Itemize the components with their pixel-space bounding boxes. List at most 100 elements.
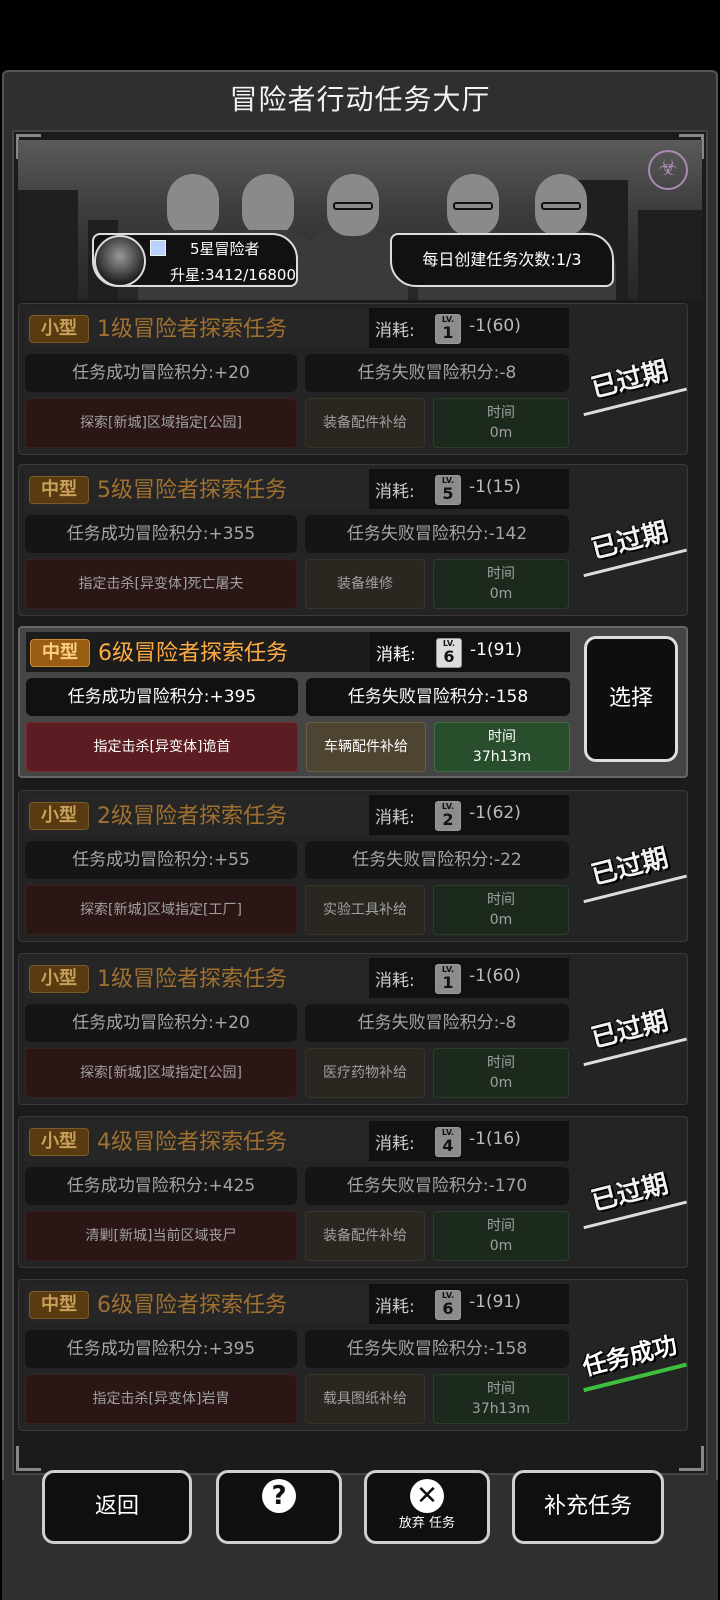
mission-card[interactable]: 小型 2级冒险者探索任务 消耗: LV. 2 -1(62) 任务成功冒险积分:+5…: [18, 790, 688, 942]
mission-supply: 装备维修: [305, 559, 425, 609]
player-star-progress: 升星:3412/16800: [170, 266, 296, 284]
mission-target: 清剿[新城]当前区域丧尸: [25, 1211, 297, 1261]
refill-task-button[interactable]: 补充任务: [512, 1470, 664, 1544]
cost-label: 消耗:: [376, 645, 416, 665]
mission-title: 6级冒险者探索任务: [98, 641, 288, 666]
cost-label: 消耗:: [375, 1297, 415, 1317]
x-circle-icon: ✕: [410, 1479, 444, 1513]
mission-time: 时间 37h13m: [433, 1374, 569, 1424]
cost-label: 消耗:: [375, 1134, 415, 1154]
mission-time: 时间 37h13m: [434, 722, 570, 772]
building-silhouette: [638, 210, 702, 300]
mission-size-tag: 小型: [29, 802, 89, 830]
mission-time: 时间 0m: [433, 1211, 569, 1261]
mission-time: 时间 0m: [433, 885, 569, 935]
cost-label: 消耗:: [375, 808, 415, 828]
expired-stamp: 已过期: [573, 505, 688, 579]
level-card-icon: LV. 1: [435, 964, 461, 994]
mission-card-selected[interactable]: 中型 6级冒险者探索任务 消耗: LV. 6 -1(91) 任务成功冒险积分:+3…: [18, 626, 688, 778]
fail-penalty: 任务失败冒险积分:-22: [305, 841, 569, 879]
mission-time: 时间 0m: [433, 1048, 569, 1098]
cost-label: 消耗:: [375, 971, 415, 991]
success-reward: 任务成功冒险积分:+425: [25, 1167, 297, 1205]
daily-create-count: 每日创建任务次数:1/3: [390, 233, 614, 287]
mission-size-tag: 小型: [29, 965, 89, 993]
mission-size-tag: 小型: [29, 1128, 89, 1156]
frame-corner: [679, 1446, 704, 1471]
cost-value: -1(60): [469, 966, 521, 986]
fail-penalty: 任务失败冒险积分:-142: [305, 515, 569, 553]
mission-target: 指定击杀[异变体]诡首: [26, 722, 298, 772]
abandon-task-label: 放弃 任务: [398, 1516, 456, 1531]
fail-penalty: 任务失败冒险积分:-158: [306, 678, 570, 716]
mission-supply: 车辆配件补给: [306, 722, 426, 772]
mission-target: 指定击杀[异变体]岩胄: [25, 1374, 297, 1424]
fail-penalty: 任务失败冒险积分:-158: [305, 1330, 569, 1368]
mission-size-tag: 中型: [29, 476, 89, 504]
abandon-task-button[interactable]: ✕ 放弃 任务: [364, 1470, 490, 1544]
mission-card[interactable]: 小型 1级冒险者探索任务 消耗: LV. 1 -1(60) 任务成功冒险积分:+2…: [18, 303, 688, 455]
mission-title: 6级冒险者探索任务: [97, 1293, 287, 1318]
mission-card[interactable]: 中型 5级冒险者探索任务 消耗: LV. 5 -1(15) 任务成功冒险积分:+3…: [18, 464, 688, 616]
cost-value: -1(91): [469, 1292, 521, 1312]
back-button[interactable]: 返回: [42, 1470, 192, 1544]
mission-size-tag: 小型: [29, 315, 89, 343]
mission-size-tag: 中型: [29, 1291, 89, 1319]
mission-time: 时间 0m: [433, 398, 569, 448]
expired-stamp: 已过期: [573, 344, 688, 418]
question-map-icon: ?: [262, 1479, 296, 1513]
player-rank: 5星冒险者: [190, 240, 260, 258]
mission-supply: 医疗药物补给: [305, 1048, 425, 1098]
mission-target: 指定击杀[异变体]死亡屠夫: [25, 559, 297, 609]
mission-success-stamp: 任务成功: [573, 1320, 688, 1394]
mission-card[interactable]: 中型 6级冒险者探索任务 消耗: LV. 6 -1(91) 任务成功冒险积分:+3…: [18, 1279, 688, 1431]
fail-penalty: 任务失败冒险积分:-8: [305, 1004, 569, 1042]
success-reward: 任务成功冒险积分:+20: [25, 1004, 297, 1042]
select-button[interactable]: 选择: [584, 636, 678, 762]
mission-target: 探索[新城]区域指定[公园]: [25, 398, 297, 448]
level-card-icon: LV. 5: [435, 475, 461, 505]
level-card-icon: LV. 1: [435, 314, 461, 344]
expired-stamp: 已过期: [573, 1157, 688, 1231]
mission-title: 1级冒险者探索任务: [97, 317, 287, 342]
cost-label: 消耗:: [375, 482, 415, 502]
cost-value: -1(91): [470, 640, 522, 660]
avatar[interactable]: [94, 235, 146, 287]
success-reward: 任务成功冒险积分:+55: [25, 841, 297, 879]
cost-value: -1(62): [469, 803, 521, 823]
mission-card[interactable]: 小型 4级冒险者探索任务 消耗: LV. 4 -1(16) 任务成功冒险积分:+4…: [18, 1116, 688, 1268]
mission-supply: 装备配件补给: [305, 1211, 425, 1261]
cost-value: -1(16): [469, 1129, 521, 1149]
success-reward: 任务成功冒险积分:+395: [25, 1330, 297, 1368]
success-reward: 任务成功冒险积分:+395: [26, 678, 298, 716]
mission-card[interactable]: 小型 1级冒险者探索任务 消耗: LV. 1 -1(60) 任务成功冒险积分:+2…: [18, 953, 688, 1105]
cost-label: 消耗:: [375, 321, 415, 341]
mission-target: 探索[新城]区域指定[公园]: [25, 1048, 297, 1098]
mission-supply: 载具图纸补给: [305, 1374, 425, 1424]
help-button[interactable]: ?: [216, 1470, 342, 1544]
cost-value: -1(60): [469, 316, 521, 336]
mission-title: 4级冒险者探索任务: [97, 1130, 287, 1155]
page-title: 冒险者行动任务大厅: [229, 83, 491, 116]
mission-title: 5级冒险者探索任务: [97, 478, 287, 503]
fail-penalty: 任务失败冒险积分:-8: [305, 354, 569, 392]
fail-penalty: 任务失败冒险积分:-170: [305, 1167, 569, 1205]
mission-supply: 实验工具补给: [305, 885, 425, 935]
mission-target: 探索[新城]区域指定[工厂]: [25, 885, 297, 935]
building-silhouette: [18, 190, 78, 300]
mission-title: 2级冒险者探索任务: [97, 804, 287, 829]
level-card-icon: LV. 6: [436, 638, 462, 668]
expired-stamp: 已过期: [573, 831, 688, 905]
level-card-icon: LV. 2: [435, 801, 461, 831]
biohazard-icon: ☣: [648, 150, 688, 190]
mission-size-tag: 中型: [30, 639, 90, 667]
expired-stamp: 已过期: [573, 994, 688, 1068]
level-card-icon: LV. 4: [435, 1127, 461, 1157]
cost-value: -1(15): [469, 477, 521, 497]
mission-supply: 装备配件补给: [305, 398, 425, 448]
success-reward: 任务成功冒险积分:+20: [25, 354, 297, 392]
rank-gem-icon: [150, 240, 166, 256]
mission-time: 时间 0m: [433, 559, 569, 609]
frame-corner: [16, 1446, 41, 1471]
level-card-icon: LV. 6: [435, 1290, 461, 1320]
